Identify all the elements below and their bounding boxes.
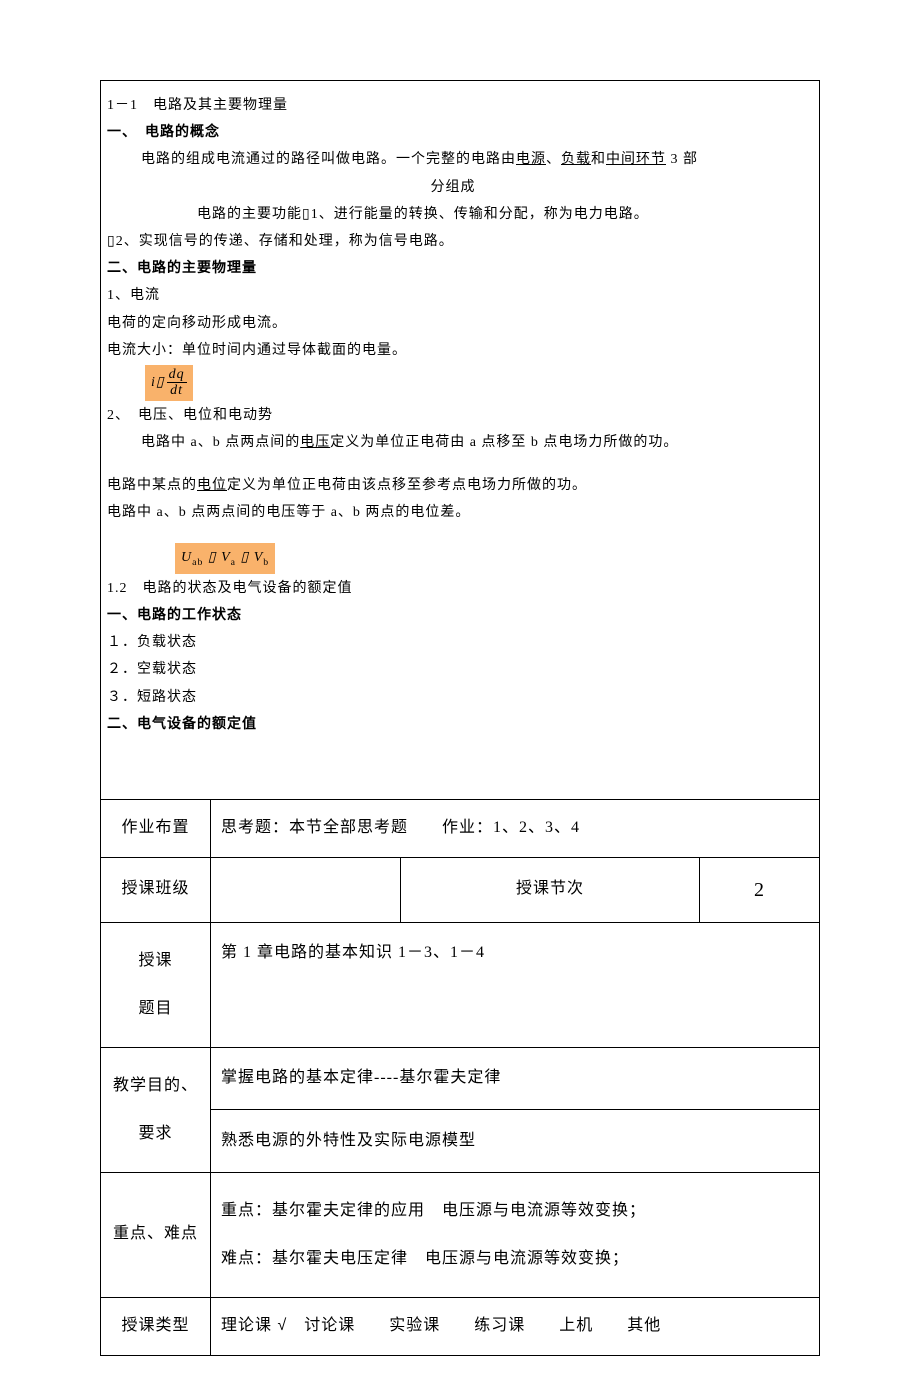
cell-value: 思考题：本节全部思考题 作业：1、2、3、4 <box>211 799 820 857</box>
subsection-heading: 二、电路的主要物理量 <box>107 256 799 281</box>
table-row: 授课 题目 第 1 章电路的基本知识 1－3、1－4 <box>101 922 820 1047</box>
subsection-heading: 一、电路的工作状态 <box>107 603 799 628</box>
section-heading: 1.2 电路的状态及电气设备的额定值 <box>107 576 799 601</box>
body-text: 2、 电压、电位和电动势 <box>107 403 799 428</box>
table-row: 授课类型 理论课 √ 讨论课 实验课 练习课 上机 其他 <box>101 1297 820 1355</box>
cell-value: 第 1 章电路的基本知识 1－3、1－4 <box>211 922 820 1047</box>
body-text: 电路中 a、b 点两点间的电压定义为单位正电荷由 a 点移至 b 点电场力所做的… <box>107 430 799 455</box>
subsection-heading: 一、 电路的概念 <box>107 120 799 145</box>
subsection-heading: 二、电气设备的额定值 <box>107 712 799 737</box>
body-text: ３．短路状态 <box>107 685 799 710</box>
underline-term: 电源 <box>516 152 546 167</box>
table-row: 作业布置 思考题：本节全部思考题 作业：1、2、3、4 <box>101 799 820 857</box>
formula-current: i▯dqdt <box>145 365 193 401</box>
body-text: 电流大小：单位时间内通过导体截面的电量。 <box>107 338 799 363</box>
cell-label: 授课班级 <box>101 857 211 922</box>
cell-label: 授课节次 <box>401 857 700 922</box>
body-text: １．负载状态 <box>107 630 799 655</box>
table-row: 教学目的、 要求 掌握电路的基本定律----基尔霍夫定律 <box>101 1047 820 1110</box>
table-row: 重点、难点 重点：基尔霍夫定律的应用 电压源与电流源等效变换； 难点：基尔霍夫电… <box>101 1172 820 1297</box>
underline-term: 中间环节 <box>606 152 666 167</box>
cell-label: 授课 题目 <box>101 922 211 1047</box>
cell-label: 教学目的、 要求 <box>101 1047 211 1172</box>
body-text: 电路中某点的电位定义为单位正电荷由该点移至参考点电场力所做的功。 <box>107 473 799 498</box>
cell-label: 授课类型 <box>101 1297 211 1355</box>
spacer <box>107 457 799 471</box>
cell-value <box>211 857 401 922</box>
cell-value: 熟悉电源的外特性及实际电源模型 <box>211 1110 820 1173</box>
body-text: 电路中 a、b 点两点间的电压等于 a、b 两点的电位差。 <box>107 500 799 525</box>
underline-term: 负载 <box>561 152 591 167</box>
formula-row: Uab ▯ Va ▯ Vb <box>107 543 799 573</box>
lecture-content: 1－1 电路及其主要物理量 一、 电路的概念 电路的组成电流通过的路径叫做电路。… <box>100 80 820 799</box>
section-heading: 1－1 电路及其主要物理量 <box>107 93 799 118</box>
cell-label: 重点、难点 <box>101 1172 211 1297</box>
cell-label: 作业布置 <box>101 799 211 857</box>
body-text: 电路的主要功能▯1、进行能量的转换、传输和分配，称为电力电路。 <box>107 202 799 227</box>
cell-value: 理论课 √ 讨论课 实验课 练习课 上机 其他 <box>211 1297 820 1355</box>
body-text: 电荷的定向移动形成电流。 <box>107 311 799 336</box>
table-row: 授课班级 授课节次 2 <box>101 857 820 922</box>
body-text: 电路的组成电流通过的路径叫做电路。一个完整的电路由电源、负载和中间环节 3 部 <box>107 147 799 172</box>
body-text: ▯2、实现信号的传递、存储和处理，称为信号电路。 <box>107 229 799 254</box>
body-text: ２．空载状态 <box>107 657 799 682</box>
body-text: 分组成 <box>107 175 799 200</box>
formula-voltage: Uab ▯ Va ▯ Vb <box>175 543 275 573</box>
cell-value: 掌握电路的基本定律----基尔霍夫定律 <box>211 1047 820 1110</box>
lesson-plan-table: 作业布置 思考题：本节全部思考题 作业：1、2、3、4 授课班级 授课节次 2 … <box>100 799 820 1356</box>
body-text: 1、电流 <box>107 283 799 308</box>
cell-value: 2 <box>700 857 820 922</box>
underline-term: 电位 <box>197 478 227 493</box>
cell-value: 重点：基尔霍夫定律的应用 电压源与电流源等效变换； 难点：基尔霍夫电压定律 电压… <box>211 1172 820 1297</box>
spacer <box>107 527 799 541</box>
underline-term: 电压 <box>300 435 330 450</box>
formula-row: i▯dqdt <box>107 365 799 401</box>
